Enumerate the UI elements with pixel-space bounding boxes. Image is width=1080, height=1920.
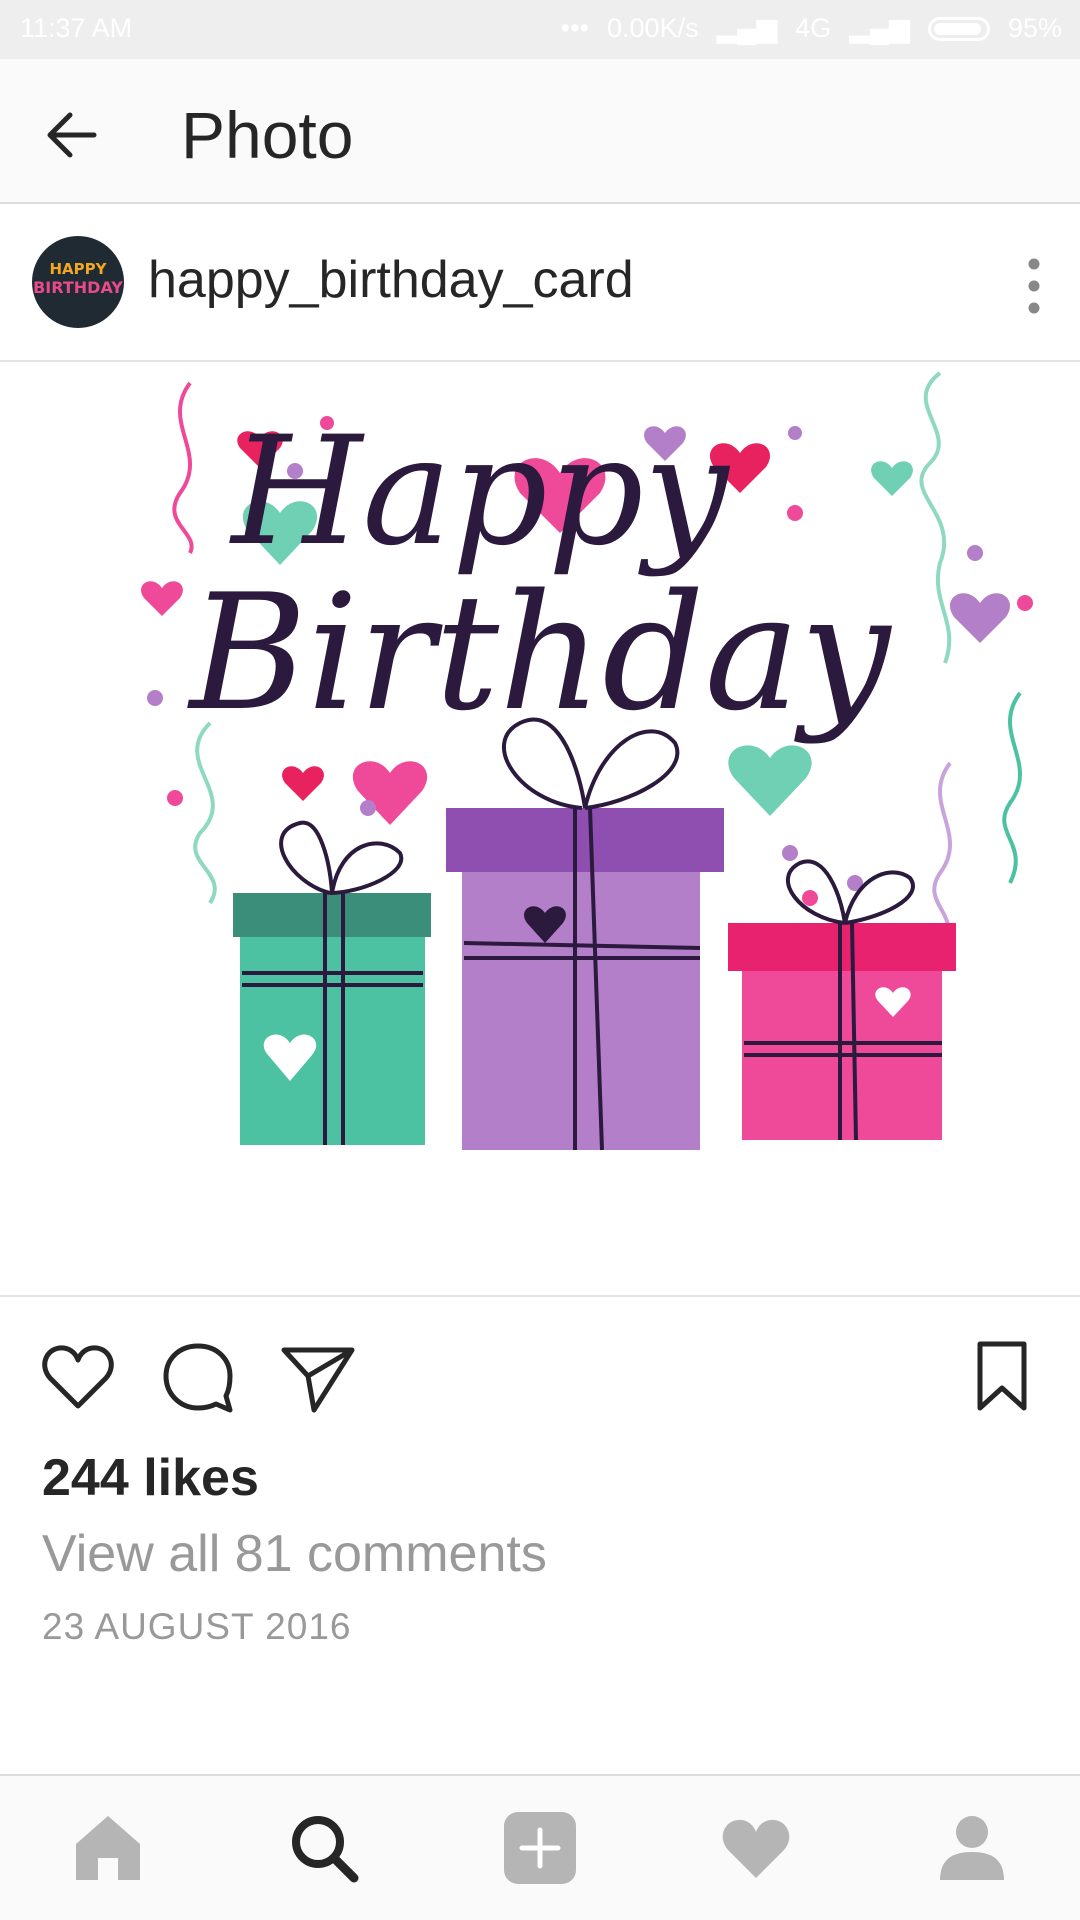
status-time: 11:37 AM (20, 13, 133, 43)
post-header: HAPPY BIRTHDAY happy_birthday_card (0, 206, 1080, 362)
likes-count[interactable]: 244 likes (42, 1448, 259, 1508)
bookmark-icon[interactable] (962, 1336, 1042, 1416)
avatar[interactable]: HAPPY BIRTHDAY (32, 236, 124, 328)
network-speed: 0.00K/s (607, 13, 699, 43)
network-type: 4G (795, 13, 832, 43)
send-icon[interactable] (278, 1338, 358, 1418)
card-text-happy: Happy (228, 405, 730, 579)
status-bar: 11:37 AM ••• 0.00K/s ▂▄▆ 4G ▂▄▆ 95% (0, 0, 1080, 59)
page-title: Photo (181, 98, 354, 172)
battery-icon (927, 16, 990, 41)
activity-heart-icon[interactable] (716, 1808, 796, 1888)
signal-icon-2: ▂▄▆ (849, 13, 910, 43)
home-icon[interactable] (68, 1808, 148, 1888)
username-link[interactable]: happy_birthday_card (148, 250, 634, 310)
status-right: ••• 0.00K/s ▂▄▆ 4G ▂▄▆ 95% (561, 13, 1062, 44)
birthday-card-image: Happy Birthday (141, 371, 1033, 1151)
comment-icon[interactable] (158, 1338, 238, 1418)
profile-icon[interactable] (932, 1808, 1012, 1888)
avatar-text-bottom: BIRTHDAY (33, 278, 123, 297)
bottom-nav (0, 1774, 1080, 1920)
search-icon[interactable] (284, 1808, 364, 1888)
view-comments-link[interactable]: View all 81 comments (42, 1524, 547, 1584)
post-date: 23 AUGUST 2016 (42, 1606, 352, 1647)
heart-outline-icon[interactable] (38, 1338, 118, 1418)
post-photo[interactable]: Happy Birthday (0, 363, 1080, 1297)
add-icon[interactable] (500, 1808, 580, 1888)
top-toolbar: Photo (0, 59, 1080, 204)
signal-icon: ▂▄▆ (716, 13, 778, 43)
battery-level: 95% (1007, 13, 1062, 43)
card-text-birthday: Birthday (187, 559, 893, 746)
more-vertical-icon[interactable] (1026, 256, 1042, 316)
back-arrow-icon[interactable] (40, 103, 104, 167)
pink-gift (728, 859, 956, 1141)
status-dots-icon: ••• (560, 13, 590, 43)
avatar-text-top: HAPPY (49, 260, 107, 278)
post-actions (0, 1298, 1080, 1458)
purple-gift (446, 717, 724, 1151)
teal-gift (233, 820, 431, 1145)
